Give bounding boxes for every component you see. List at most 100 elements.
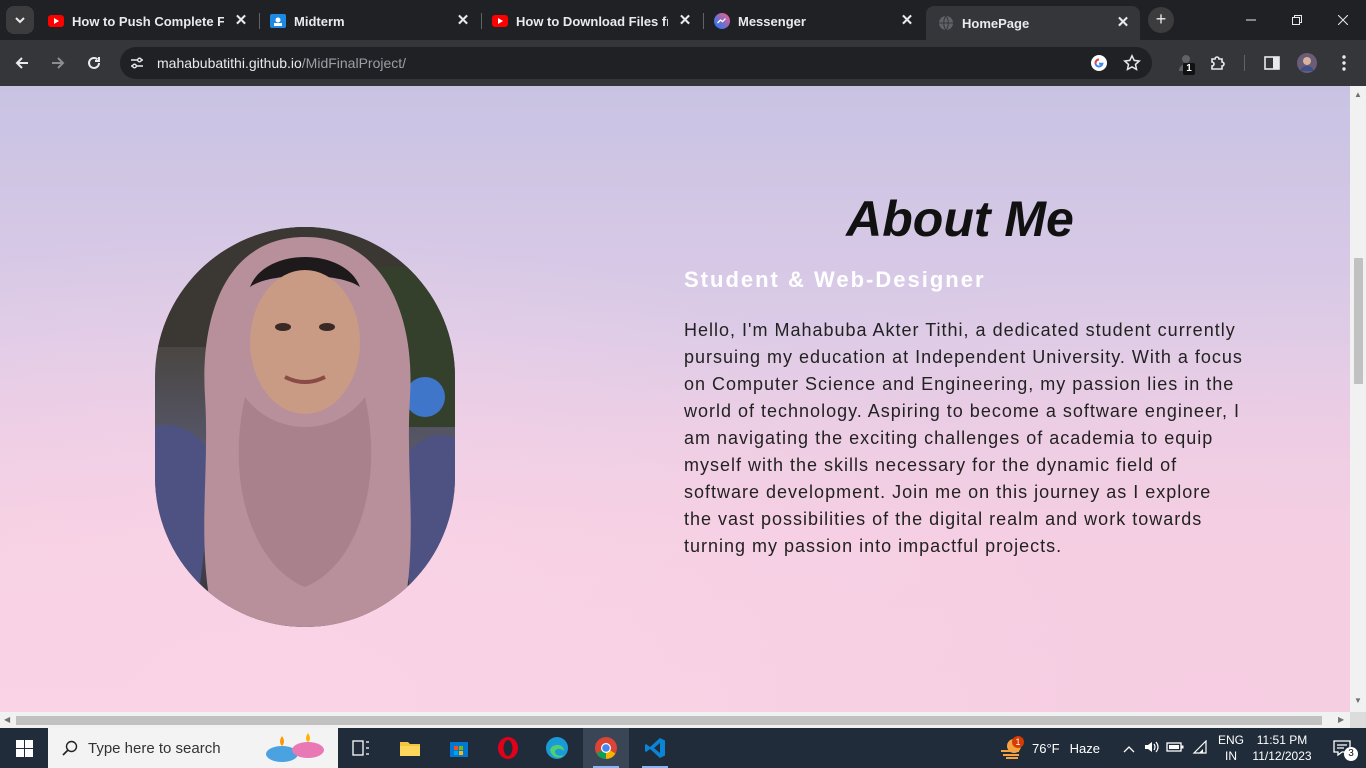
weather-desc: Haze <box>1069 740 1100 756</box>
tab-homepage[interactable]: HomePage ✕ <box>926 6 1140 40</box>
bookmark-star-icon[interactable] <box>1123 54 1141 77</box>
notification-center-button[interactable]: 3 <box>1322 728 1362 768</box>
store-icon <box>450 742 468 757</box>
new-tab-button[interactable]: + <box>1148 7 1174 33</box>
google-lens-icon[interactable] <box>1090 54 1108 77</box>
taskbar-search-box[interactable]: Type here to search <box>48 728 338 768</box>
tab-strip: How to Push Complete Folder ✕ Midterm ✕ … <box>0 0 1366 40</box>
back-button[interactable] <box>8 49 36 77</box>
start-button[interactable] <box>0 728 48 768</box>
side-panel-icon <box>1264 56 1280 70</box>
restore-icon <box>1292 15 1302 25</box>
opera-icon <box>498 737 518 759</box>
taskbar-chrome[interactable] <box>583 728 629 768</box>
task-view-button[interactable] <box>338 728 384 768</box>
taskbar-file-explorer[interactable] <box>387 728 433 768</box>
chevron-down-icon <box>15 17 25 24</box>
messenger-icon <box>714 13 730 29</box>
scroll-left-arrow-icon[interactable]: ◀ <box>4 715 10 724</box>
toolbar-divider <box>1244 55 1245 71</box>
scroll-up-arrow-icon[interactable]: ▲ <box>1354 90 1362 99</box>
arrow-right-icon <box>52 57 65 69</box>
extensions-menu-button[interactable] <box>1204 49 1232 77</box>
tab-search-button[interactable] <box>6 6 34 34</box>
tab-download-files[interactable]: How to Download Files from ✕ <box>480 6 702 36</box>
arrow-left-icon <box>15 57 28 69</box>
chrome-icon <box>595 737 617 759</box>
close-icon <box>1338 15 1348 25</box>
forward-button[interactable] <box>44 49 72 77</box>
extension-badge: 1 <box>1183 63 1195 75</box>
chrome-menu-button[interactable] <box>1330 49 1358 77</box>
about-subtitle: Student & Web-Designer <box>684 267 986 292</box>
avatar-icon <box>1297 53 1317 73</box>
search-placeholder: Type here to search <box>88 739 221 757</box>
minimize-icon <box>1246 19 1256 21</box>
weather-alert-badge: 1 <box>1012 736 1024 748</box>
close-window-button[interactable] <box>1320 0 1366 40</box>
weather-widget[interactable]: 1 76°F Haze <box>1000 728 1100 768</box>
profile-photo <box>155 227 455 627</box>
tab-messenger[interactable]: Messenger ✕ <box>702 6 924 36</box>
scroll-right-arrow-icon[interactable]: ▶ <box>1338 715 1344 724</box>
clock[interactable]: 11:51 PM 11/12/2023 <box>1250 728 1314 768</box>
minimize-button[interactable] <box>1228 0 1274 40</box>
side-panel-button[interactable] <box>1258 49 1286 77</box>
tab-title: Midterm <box>294 13 345 29</box>
url-path: /MidFinalProject/ <box>301 55 407 71</box>
page-viewport: About Me Student & Web-Designer Hello, I… <box>0 86 1350 712</box>
tab-title: HomePage <box>962 15 1030 31</box>
url-host: mahabubatithi.github.io <box>157 55 302 71</box>
wifi-icon[interactable] <box>1192 739 1208 757</box>
volume-icon[interactable] <box>1144 740 1160 757</box>
url-text: mahabubatithi.github.io/MidFinalProject/ <box>157 55 406 71</box>
youtube-icon <box>492 13 508 29</box>
tab-title: Messenger <box>738 13 806 29</box>
extension-button[interactable]: 1 <box>1172 49 1200 77</box>
tab-push-folder[interactable]: How to Push Complete Folder ✕ <box>36 6 258 36</box>
close-icon[interactable]: ✕ <box>232 12 250 30</box>
taskbar-edge[interactable] <box>534 728 580 768</box>
puzzle-icon <box>1211 56 1225 70</box>
vertical-scroll-thumb[interactable] <box>1354 258 1363 384</box>
restore-button[interactable] <box>1274 0 1320 40</box>
clock-time: 11:51 PM <box>1256 733 1308 747</box>
close-icon[interactable]: ✕ <box>676 12 694 30</box>
about-bio: Hello, I'm Mahabuba Akter Tithi, a dedic… <box>684 320 1243 556</box>
folder-icon <box>400 742 420 756</box>
reload-icon <box>88 56 100 69</box>
taskbar-microsoft-store[interactable] <box>436 728 482 768</box>
tab-title: How to Download Files from <box>516 13 668 29</box>
close-icon[interactable]: ✕ <box>898 12 916 30</box>
scroll-down-arrow-icon[interactable]: ▼ <box>1354 696 1362 705</box>
horizontal-scroll-thumb[interactable] <box>16 716 1322 725</box>
vertical-scrollbar[interactable]: ▲ ▼ <box>1350 86 1366 712</box>
taskbar-opera[interactable] <box>485 728 531 768</box>
close-icon[interactable]: ✕ <box>454 12 472 30</box>
battery-icon[interactable] <box>1166 741 1184 756</box>
browser-toolbar: mahabubatithi.github.io/MidFinalProject/… <box>0 40 1366 86</box>
clock-date: 11/12/2023 <box>1252 749 1312 763</box>
windows-logo-icon <box>15 739 33 757</box>
more-vertical-icon <box>1342 55 1346 71</box>
google-classroom-icon <box>270 13 286 29</box>
search-icon <box>62 740 78 756</box>
taskbar-vscode[interactable] <box>632 728 678 768</box>
horizontal-scrollbar[interactable]: ◀ ▶ <box>0 712 1350 728</box>
site-settings-icon[interactable] <box>129 55 145 76</box>
reload-button[interactable] <box>80 49 108 77</box>
tray-icons <box>1120 728 1208 768</box>
language-indicator[interactable]: ENG IN <box>1218 728 1244 768</box>
weather-temp: 76°F <box>1032 740 1060 756</box>
notification-count-badge: 3 <box>1344 747 1358 761</box>
vscode-icon <box>645 738 665 758</box>
about-heading: About Me <box>846 191 1074 247</box>
close-icon[interactable]: ✕ <box>1114 14 1132 32</box>
profile-avatar[interactable] <box>1293 49 1321 77</box>
tab-midterm[interactable]: Midterm ✕ <box>258 6 480 36</box>
address-bar[interactable]: mahabubatithi.github.io/MidFinalProject/ <box>120 47 1152 79</box>
edge-icon <box>546 737 568 759</box>
scrollbar-corner <box>1350 712 1366 728</box>
chevron-up-icon[interactable] <box>1120 741 1138 756</box>
youtube-icon <box>48 13 64 29</box>
